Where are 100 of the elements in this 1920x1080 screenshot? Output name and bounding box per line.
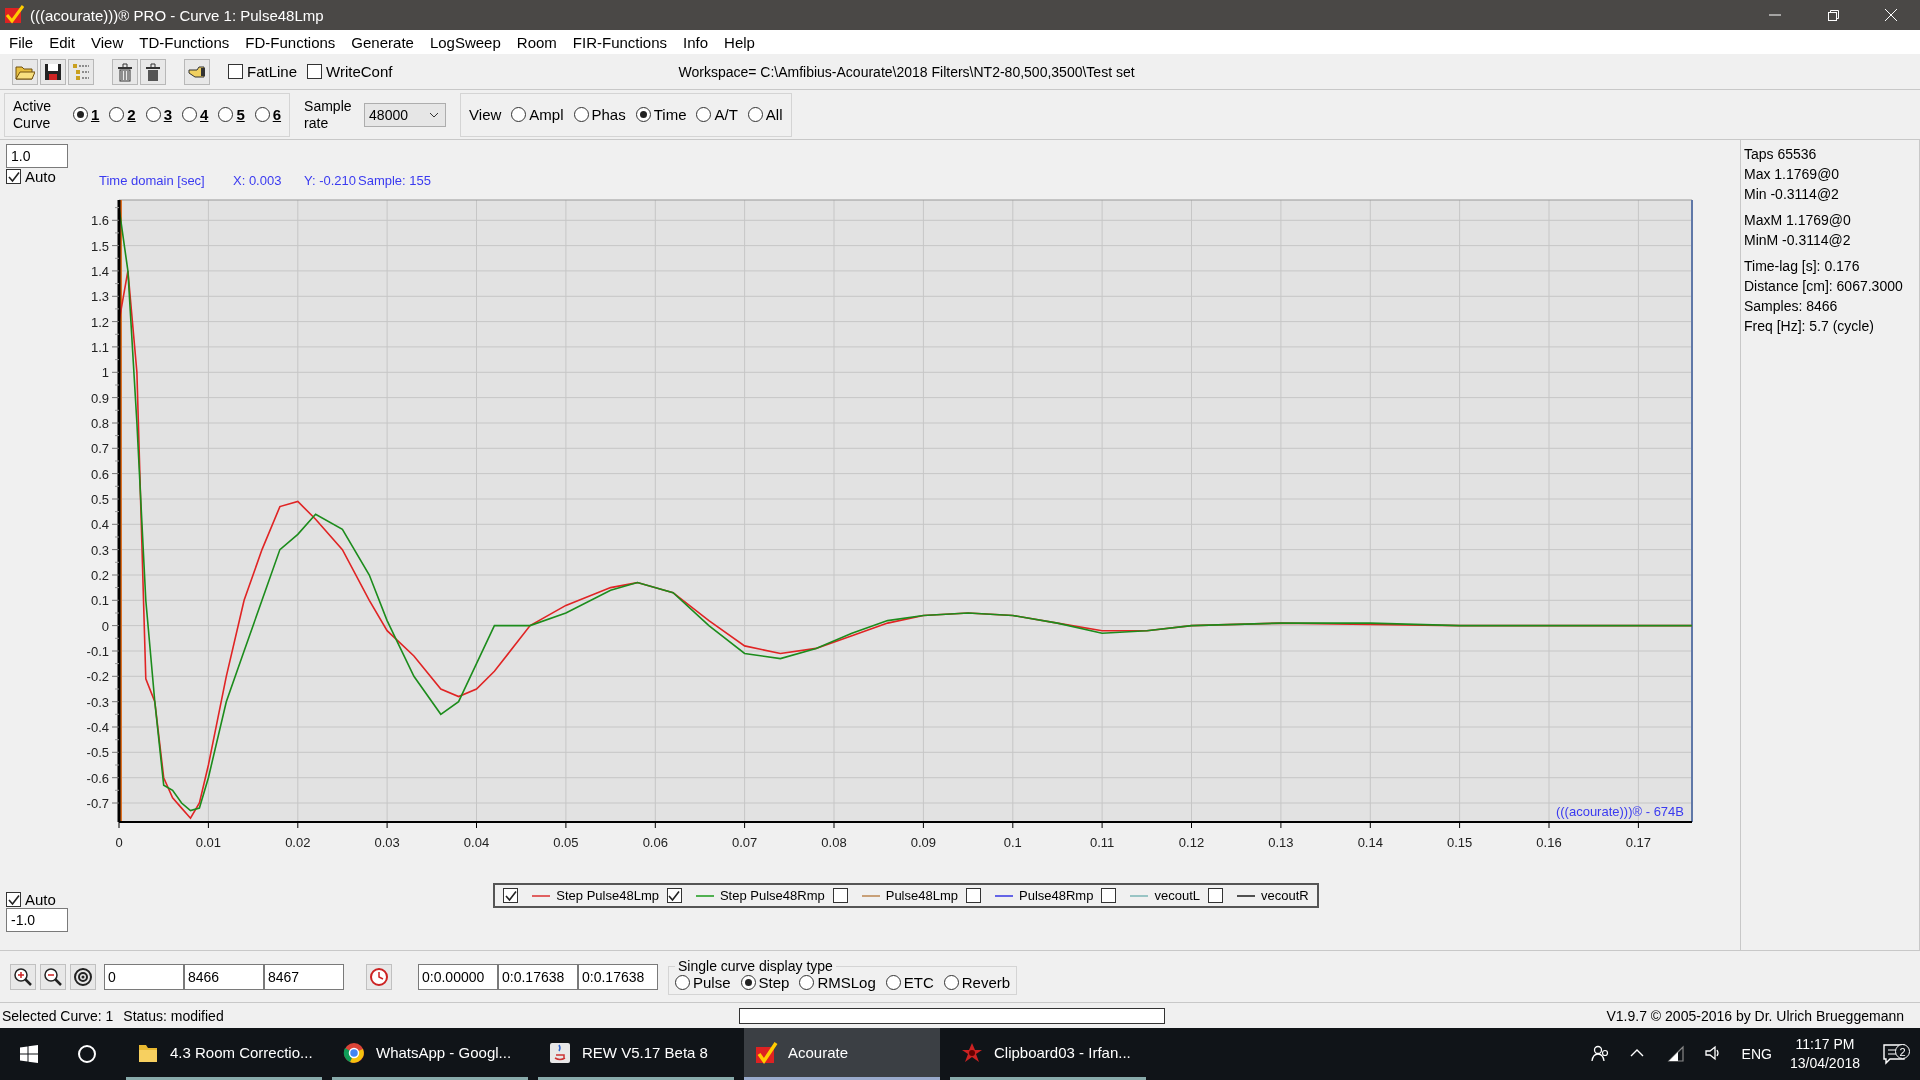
taskbar-item[interactable]: Acourate [744, 1028, 940, 1080]
x-tick-label: 0.04 [463, 835, 490, 850]
info-text: Freq [Hz]: 5.7 (cycle) [1744, 317, 1875, 336]
tray-button[interactable] [1589, 1044, 1610, 1064]
y-tick-label: -0.5 [86, 745, 109, 761]
curve-radio[interactable]: 1 [73, 106, 100, 123]
x-tick-label: 0.17 [1625, 835, 1652, 850]
version-text: V1.9.7 © 2005-2016 by Dr. Ulrich Brueggemann [1606, 1007, 1904, 1024]
taskbar-item[interactable]: REW V5.17 Beta 8 [538, 1028, 734, 1080]
toolbar-button[interactable] [112, 58, 138, 85]
x-tick-label: 0.03 [374, 835, 400, 850]
auto-checkbox[interactable]: Auto [6, 168, 64, 185]
legend-label: Step Pulse48Lmp [556, 888, 659, 903]
view-radio[interactable]: A/T [696, 106, 738, 123]
sample-rate-dropdown[interactable]: 48000 [364, 102, 447, 127]
view-radio[interactable]: Phas [573, 106, 626, 123]
zoom-out-icon [43, 966, 63, 987]
sample-field[interactable]: 8466 [184, 963, 264, 990]
y-min-field[interactable]: -1.0 [6, 908, 68, 932]
menu-item[interactable]: View [83, 31, 132, 53]
menu-item[interactable]: File [1, 31, 42, 53]
sample-field[interactable]: 0 [104, 963, 184, 990]
y-max-field[interactable]: 1.0 [6, 144, 68, 168]
x-tick-label: 0.15 [1446, 835, 1473, 850]
message-icon [1882, 1043, 1906, 1065]
menu-item[interactable]: TD-Functions [131, 31, 238, 53]
menu-item[interactable]: Room [508, 31, 565, 53]
display-type-radio[interactable]: Step [740, 974, 790, 991]
display-type-label: Single curve display type [677, 958, 834, 974]
legend-checkbox[interactable] [503, 888, 519, 903]
legend-checkbox[interactable] [1101, 888, 1117, 903]
menu-item[interactable]: FD-Functions [237, 31, 344, 53]
x-tick-label: 0.01 [195, 835, 222, 850]
clock-button[interactable] [366, 963, 392, 990]
checkbox[interactable]: FatLine [228, 63, 298, 80]
info-text: Taps 65536 [1744, 145, 1818, 164]
y-tick-label: 0.4 [90, 517, 109, 533]
view-radio[interactable]: All [747, 106, 783, 123]
menu-item[interactable]: Generate [343, 31, 422, 53]
y-tick-label: 1.5 [90, 238, 109, 254]
display-type-radio[interactable]: ETC [885, 974, 934, 991]
clock-display[interactable]: 11:17 PM 13/04/2018 [1789, 1035, 1860, 1073]
view-radio[interactable]: Time [635, 106, 687, 123]
y-tick-label: 0 [101, 618, 109, 634]
time-field[interactable]: 0:0.00000 [418, 963, 498, 990]
windows-logo-icon [20, 1045, 38, 1063]
sample-field[interactable]: 8467 [264, 963, 344, 990]
y-tick-label: -0.7 [86, 796, 109, 811]
checkmark-icon [504, 889, 517, 902]
y-tick-label: 0.5 [90, 492, 109, 507]
y-tick-label: 0.2 [90, 568, 109, 583]
y-tick-label: 1.4 [90, 263, 109, 279]
target-icon [73, 966, 93, 987]
people-icon [1589, 1044, 1610, 1064]
taskbar-item[interactable]: Clipboard03 - Irfan... [950, 1028, 1146, 1080]
info-text: Samples: 8466 [1744, 297, 1839, 316]
toolbar-button[interactable] [184, 58, 210, 85]
notification-count: 2 [1895, 1044, 1910, 1059]
list-icon [71, 61, 91, 82]
notifications-button[interactable]: 2 [1878, 1043, 1910, 1065]
taskbar-item[interactable]: WhatsApp - Googl... [332, 1028, 528, 1080]
time-field[interactable]: 0:0.17638 [578, 963, 658, 990]
legend-label: Pulse48Rmp [1019, 888, 1094, 903]
y-tick-label: 0.3 [90, 542, 109, 558]
zoom-button[interactable] [70, 963, 96, 990]
tray-button[interactable] [1665, 1044, 1686, 1064]
menu-item[interactable]: Edit [41, 31, 84, 53]
y-tick-label: 1.1 [90, 339, 109, 355]
toolbar-button[interactable] [40, 58, 66, 85]
menu-item[interactable]: FIR-Functions [564, 31, 675, 53]
auto-checkbox[interactable]: Auto [6, 891, 64, 908]
zoom-button[interactable] [40, 963, 66, 990]
menu-item[interactable]: Info [675, 31, 717, 53]
display-type-radio[interactable]: RMSLog [799, 974, 876, 991]
legend-label: Step Pulse48Rmp [719, 888, 825, 903]
checkbox[interactable]: WriteConf [307, 63, 393, 80]
legend-checkbox[interactable] [966, 888, 981, 903]
x-tick-label: 0.12 [1178, 835, 1205, 850]
legend-checkbox[interactable] [832, 888, 848, 903]
legend-checkbox[interactable] [1208, 888, 1223, 903]
x-tick-label: 0.1 [1003, 835, 1022, 850]
legend-checkbox[interactable] [666, 888, 682, 903]
menu-item[interactable]: LogSweep [421, 31, 509, 53]
trash-icon [143, 61, 163, 82]
view-radio[interactable]: Ampl [511, 106, 564, 123]
x-tick-label: 0.13 [1268, 835, 1294, 850]
menu-item[interactable]: Help [716, 31, 763, 53]
view-label: View [469, 106, 502, 123]
taskbar-item[interactable]: 4.3 Room Correctio... [126, 1028, 322, 1080]
display-type-radio[interactable]: Pulse [675, 974, 731, 991]
display-type-radio[interactable]: Reverb [943, 974, 1011, 991]
y-tick-label: 1.2 [90, 314, 109, 330]
zoom-button[interactable] [10, 963, 36, 990]
toolbar-button[interactable] [140, 58, 166, 85]
language-indicator[interactable]: ENG [1741, 1046, 1772, 1062]
time-field[interactable]: 0:0.17638 [498, 963, 578, 990]
checkmark-icon [7, 170, 20, 183]
clock-icon [369, 966, 389, 987]
legend-label: vecoutR [1261, 888, 1309, 903]
legend-label: vecoutL [1154, 888, 1200, 903]
